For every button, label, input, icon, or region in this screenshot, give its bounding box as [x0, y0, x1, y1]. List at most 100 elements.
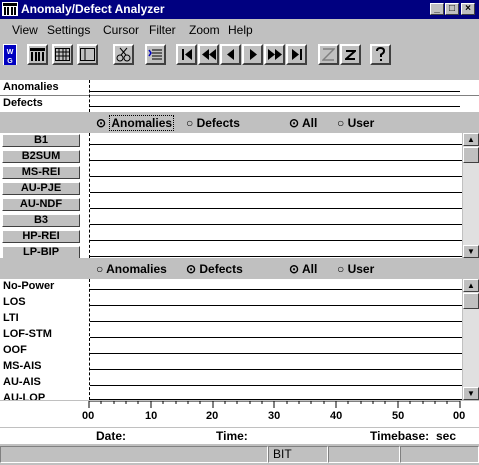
menu-filter[interactable]: Filter: [149, 23, 176, 37]
trace-b3: [90, 224, 462, 225]
status-pane-extra: [328, 446, 400, 463]
tick-50: 50: [392, 410, 405, 422]
status-pane-main: [0, 446, 268, 463]
scroll-down-icon[interactable]: ▼: [463, 245, 479, 258]
row-button-hp-rei[interactable]: HP-REI: [2, 230, 80, 243]
radio-user-bottom[interactable]: ○ User: [337, 262, 374, 276]
trace-los: [90, 305, 462, 306]
radio-defects-bottom[interactable]: ⊙ Defects: [186, 262, 243, 276]
defect-scrollbar[interactable]: ▲ ▼: [463, 279, 479, 400]
anomaly-trace: [90, 91, 460, 92]
list-icon[interactable]: [145, 44, 166, 65]
axis-ticks: [88, 401, 461, 408]
time-label: Time:: [216, 429, 248, 443]
tick-00: 00: [82, 410, 95, 422]
window-icon[interactable]: [77, 44, 98, 65]
radio-all-top[interactable]: ⊙ All: [289, 116, 317, 130]
help-icon[interactable]: [370, 44, 391, 65]
menu-zoom[interactable]: Zoom: [189, 23, 220, 37]
summary-label-anomalies: Anomalies: [3, 81, 59, 93]
app-logo-icon: [2, 2, 18, 16]
menu-view[interactable]: View: [12, 23, 38, 37]
trace-au-pje: [90, 192, 462, 193]
cursor-line[interactable]: [89, 80, 90, 112]
svg-text:W: W: [7, 49, 14, 56]
defect-panel: No-Power LOS LTI LOF-STM OOF MS-AIS AU-A…: [0, 279, 462, 400]
status-pane-mode: BIT: [268, 446, 328, 463]
row-label-lof-stm: LOF-STM: [3, 328, 52, 340]
wg-icon[interactable]: WG: [3, 44, 17, 65]
tick-00-end: 00: [453, 410, 466, 422]
scroll-thumb[interactable]: [463, 147, 479, 163]
minimize-button[interactable]: _: [430, 3, 444, 15]
trace-au-lop: [90, 399, 462, 400]
row-button-lp-bip[interactable]: LP-BIP: [2, 246, 80, 258]
scroll-up-icon[interactable]: ▲: [463, 133, 479, 146]
date-label: Date:: [96, 429, 127, 443]
row-button-b1[interactable]: B1: [2, 134, 80, 147]
row-label-oof: OOF: [3, 344, 27, 356]
radio-all-bottom[interactable]: ⊙ All: [289, 262, 317, 276]
row-button-au-pje[interactable]: AU-PJE: [2, 182, 80, 195]
row-button-b2sum[interactable]: B2SUM: [2, 150, 80, 163]
zoom-in-icon[interactable]: [340, 44, 361, 65]
summary-panel: Anomalies Defects: [0, 80, 479, 112]
first-icon[interactable]: [176, 44, 197, 65]
summary-label-defects: Defects: [3, 97, 43, 109]
prev-icon[interactable]: [220, 44, 241, 65]
anomaly-scrollbar[interactable]: ▲ ▼: [463, 133, 479, 258]
row-label-au-lop: AU-LOP: [3, 392, 46, 400]
radio-user-top[interactable]: ○ User: [337, 116, 374, 130]
row-button-au-ndf[interactable]: AU-NDF: [2, 198, 80, 211]
trace-lp-bip: [90, 256, 462, 257]
row-button-b3[interactable]: B3: [2, 214, 80, 227]
cabinet-icon[interactable]: [27, 44, 48, 65]
scissors-icon[interactable]: [113, 44, 134, 65]
trace-au-ais: [90, 385, 462, 386]
radio-anomalies-bottom[interactable]: ○ Anomalies: [96, 262, 167, 276]
row-label-lti: LTI: [3, 312, 19, 324]
toolbar: WG: [0, 40, 479, 68]
grid-icon[interactable]: [52, 44, 73, 65]
trace-hp-rei: [90, 240, 462, 241]
timebase-unit: sec: [436, 429, 457, 443]
rewind-icon[interactable]: [198, 44, 219, 65]
row-label-ms-ais: MS-AIS: [3, 360, 42, 372]
menu-bar: View Settings Cursor Filter Zoom Help: [0, 20, 479, 39]
trace-ms-ais: [90, 369, 462, 370]
timebase-label: Timebase:: [370, 429, 430, 443]
row-button-ms-rei[interactable]: MS-REI: [2, 166, 80, 179]
tick-20: 20: [206, 410, 219, 422]
radio-anomalies-top[interactable]: ⊙ Anomalies: [96, 115, 175, 131]
menu-settings[interactable]: Settings: [47, 23, 90, 37]
trace-b1: [90, 144, 462, 145]
trace-ms-rei: [90, 176, 462, 177]
status-pane-last: [400, 446, 479, 463]
trace-lof-stm: [90, 337, 462, 338]
scroll-up-icon[interactable]: ▲: [463, 279, 479, 292]
fast-forward-icon[interactable]: [264, 44, 285, 65]
next-icon[interactable]: [242, 44, 263, 65]
trace-b2sum: [90, 160, 462, 161]
radio-defects-top[interactable]: ○ Defects: [186, 116, 240, 130]
scroll-down-icon[interactable]: ▼: [463, 387, 479, 400]
info-bar: Date: Time: Timebase: sec: [0, 428, 479, 444]
maximize-button[interactable]: □: [445, 3, 459, 15]
row-label-no-power: No-Power: [3, 280, 55, 292]
menu-cursor[interactable]: Cursor: [103, 23, 139, 37]
time-axis: 00 10 20 30 40 50 00: [0, 401, 479, 427]
row-label-au-ais: AU-AIS: [3, 376, 41, 388]
svg-text:G: G: [7, 58, 13, 65]
close-button[interactable]: ×: [461, 3, 475, 15]
scroll-thumb[interactable]: [463, 293, 479, 309]
zoom-out-icon[interactable]: [318, 44, 339, 65]
title-bar: Anomaly/Defect Analyzer _ □ ×: [0, 0, 479, 19]
cursor-line-defect[interactable]: [89, 279, 90, 400]
menu-help[interactable]: Help: [228, 23, 253, 37]
defect-trace: [90, 106, 460, 107]
row-label-los: LOS: [3, 296, 26, 308]
anomaly-panel: B1 B2SUM MS-REI AU-PJE AU-NDF B3 HP-REI …: [0, 133, 462, 258]
last-icon[interactable]: [286, 44, 307, 65]
tick-30: 30: [268, 410, 281, 422]
trace-no-power: [90, 289, 462, 290]
